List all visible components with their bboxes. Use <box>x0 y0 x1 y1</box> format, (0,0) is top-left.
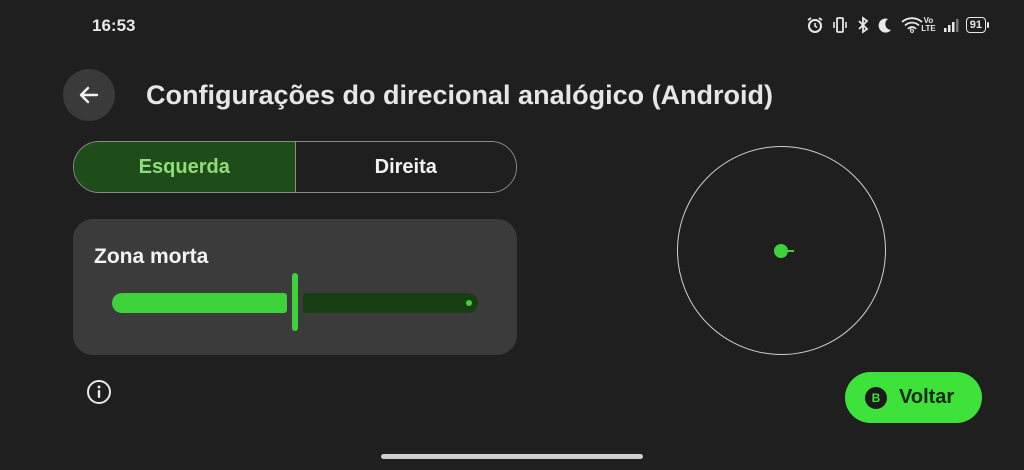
status-icons: 6 Vo LTE 91 <box>806 14 990 36</box>
dead-zone-title: Zona morta <box>94 245 209 268</box>
battery-icon: 91 <box>965 17 990 33</box>
info-icon[interactable] <box>86 379 112 405</box>
stick-preview-area <box>677 146 886 355</box>
back-button[interactable] <box>63 69 115 121</box>
stick-position-dot <box>774 244 788 258</box>
vibrate-icon <box>831 16 849 34</box>
dead-zone-card: Zona morta <box>73 219 517 355</box>
bluetooth-icon <box>856 16 870 34</box>
volte-icon: Vo LTE <box>921 17 936 33</box>
voltar-label: Voltar <box>899 386 955 408</box>
wifi-6-icon: 6 <box>900 16 923 35</box>
slider-inactive-track <box>303 293 478 313</box>
signal-icon <box>943 18 959 32</box>
volte-bottom: LTE <box>921 24 936 33</box>
screen: 16:53 6 Vo LTE 91 Configurações do direc… <box>0 0 1024 470</box>
b-button-badge: B <box>865 386 887 409</box>
stick-selector: Esquerda Direita <box>73 141 517 193</box>
tab-direita[interactable]: Direita <box>295 142 516 192</box>
home-indicator[interactable] <box>381 454 643 459</box>
arrow-left-icon <box>79 86 99 104</box>
dead-zone-slider[interactable] <box>112 273 478 333</box>
moon-icon <box>877 17 893 33</box>
slider-thumb[interactable] <box>292 273 298 331</box>
wifi-label: 6 <box>909 25 915 35</box>
slider-active-track <box>112 293 287 313</box>
slider-stop-indicator <box>466 300 472 306</box>
battery-level: 91 <box>969 19 982 31</box>
alarm-icon <box>806 16 824 34</box>
voltar-button[interactable]: B Voltar <box>845 372 982 423</box>
status-time: 16:53 <box>92 16 136 35</box>
tab-esquerda[interactable]: Esquerda <box>74 142 296 192</box>
page-title: Configurações do direcional analógico (A… <box>146 80 774 110</box>
